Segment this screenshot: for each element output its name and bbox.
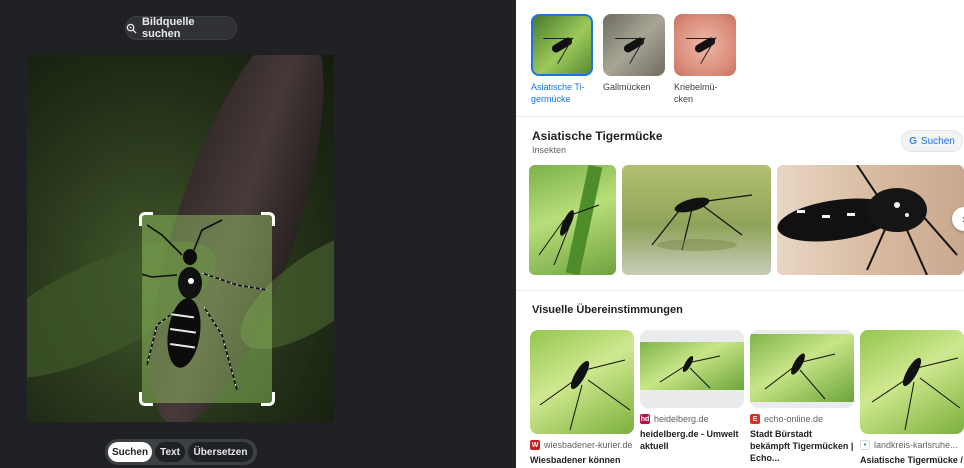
- related-chip-thumbnail: [603, 14, 665, 76]
- mode-text-button[interactable]: Text: [155, 442, 185, 462]
- visual-match-image: [530, 330, 634, 434]
- favicon-icon: W: [530, 440, 540, 450]
- results-pane: Asiatische Ti-germücke Gallmücken Kriebe…: [516, 0, 964, 468]
- section-divider: [516, 290, 964, 291]
- related-chip-thumbnail: [531, 14, 593, 76]
- knowledge-panel-image[interactable]: [622, 165, 771, 275]
- section-divider: [516, 116, 964, 117]
- related-chip-thumbnail: [674, 14, 736, 76]
- related-chip-label: Gallmücken: [603, 82, 651, 92]
- knowledge-panel-title[interactable]: Asiatische Tigermücke: [532, 129, 663, 143]
- find-image-source-label: Bildquelle suchen: [141, 16, 195, 40]
- visual-match-source: echo-online.de: [764, 414, 824, 424]
- visual-match-title: Asiatische Tigermücke /: [860, 455, 963, 465]
- query-photo: [27, 55, 334, 422]
- favicon-icon: E: [750, 414, 760, 424]
- visual-match-card[interactable]: Wwiesbadener-kurier.de Wiesbadener könne…: [530, 330, 634, 466]
- crop-handle-bottom-right[interactable]: [261, 392, 275, 406]
- visual-match-card[interactable]: hd heidelberg.de heidelberg.de - Umwelt a…: [640, 330, 744, 452]
- lens-image-pane: Bildquelle suchen Suchen Text Übersetzen: [0, 0, 516, 468]
- mosquito-image: [142, 219, 268, 391]
- visual-match-title: Wiesbadener können: [530, 455, 621, 465]
- visual-match-image: [640, 330, 744, 408]
- knowledge-panel-image[interactable]: [529, 165, 616, 275]
- crop-handle-top-left[interactable]: [139, 212, 153, 226]
- visual-match-image: [860, 330, 964, 434]
- visual-match-source: wiesbadener-kurier.de: [544, 440, 633, 450]
- visual-match-title: heidelberg.de - Umwelt aktuell: [640, 429, 739, 451]
- lens-mode-switcher: Suchen Text Übersetzen: [105, 439, 257, 465]
- related-chip-tiger-mosquito[interactable]: Asiatische Ti-germücke: [531, 14, 593, 105]
- knowledge-panel-subtitle: Insekten: [532, 145, 567, 155]
- visual-match-source: heidelberg.de: [654, 414, 709, 424]
- knowledge-panel-search-button[interactable]: G Suchen: [901, 130, 963, 152]
- related-chip-gall-midges[interactable]: Gallmücken: [603, 14, 665, 93]
- find-image-source-button[interactable]: Bildquelle suchen: [125, 16, 237, 40]
- visual-match-title: Stadt Bürstadt bekämpft Tigermücken | Ec…: [750, 429, 854, 463]
- related-chip-label: Asiatische Ti-germücke: [531, 82, 585, 104]
- mode-translate-button[interactable]: Übersetzen: [188, 442, 253, 462]
- visual-matches-title: Visuelle Übereinstimmungen: [532, 304, 683, 316]
- favicon-icon: •: [860, 440, 870, 450]
- knowledge-panel-image[interactable]: [777, 165, 964, 275]
- knowledge-panel-search-label: Suchen: [920, 135, 955, 147]
- lens-icon: [126, 23, 137, 34]
- crop-selection-box[interactable]: [139, 212, 275, 406]
- mode-search-button[interactable]: Suchen: [108, 442, 152, 462]
- visual-match-source: landkreis-karlsruhe...: [874, 440, 958, 450]
- crop-handle-bottom-left[interactable]: [139, 392, 153, 406]
- visual-match-image: [750, 330, 854, 408]
- crop-handle-top-right[interactable]: [261, 212, 275, 226]
- related-chip-label: Kriebelmü-cken: [674, 82, 718, 104]
- favicon-icon: hd: [640, 414, 650, 424]
- visual-match-card[interactable]: • landkreis-karlsruhe... Asiatische Tiger…: [860, 330, 964, 466]
- visual-match-card[interactable]: Eecho-online.de Stadt Bürstadt bekämpft …: [750, 330, 854, 464]
- google-icon: G: [909, 135, 917, 147]
- related-chip-black-flies[interactable]: Kriebelmü-cken: [674, 14, 736, 105]
